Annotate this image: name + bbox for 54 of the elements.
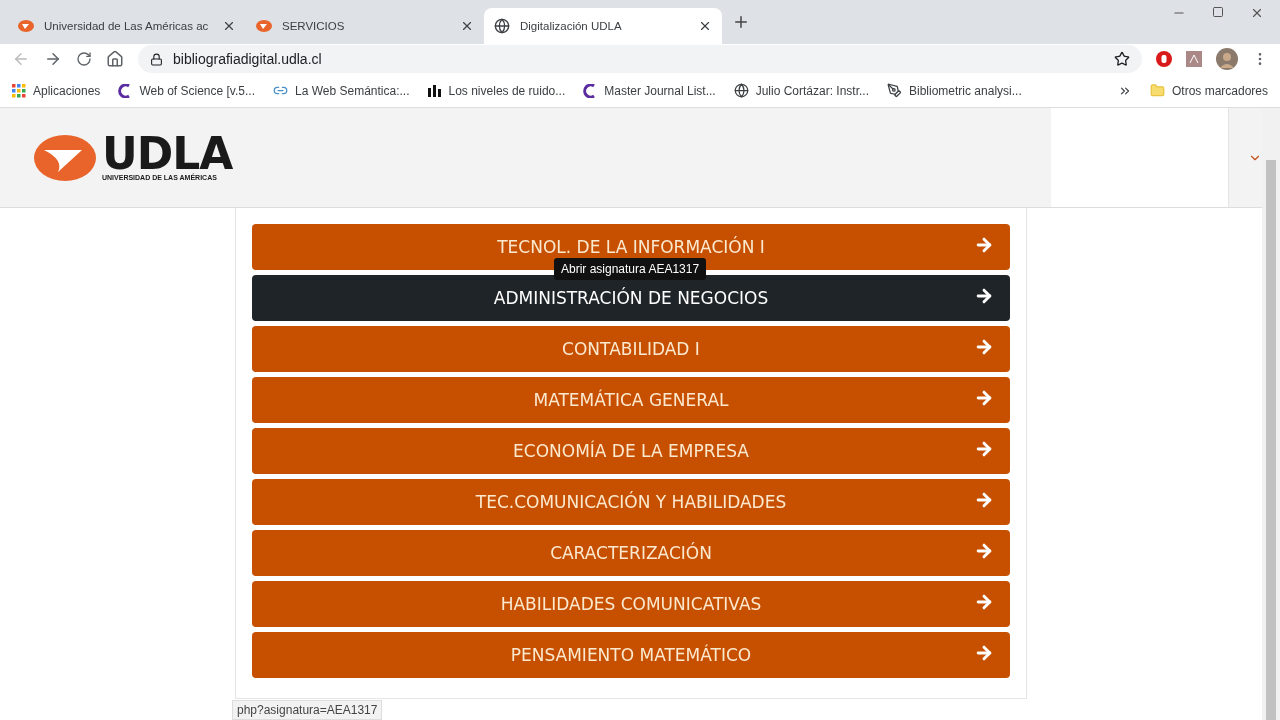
course-button[interactable]: PENSAMIENTO MATEMÁTICO <box>252 632 1010 678</box>
arrow-right-icon <box>974 388 994 408</box>
course-button[interactable]: CARACTERIZACIÓN <box>252 530 1010 576</box>
arrow-right-icon <box>974 490 994 510</box>
bookmark[interactable]: Julio Cortázar: Instr... <box>733 83 869 98</box>
logo-icon <box>256 18 272 34</box>
browser-tab[interactable]: Digitalización UDLA <box>484 8 722 44</box>
stop-hand-icon[interactable] <box>1156 51 1172 67</box>
close-icon[interactable] <box>222 19 236 33</box>
logo-icon <box>18 18 34 34</box>
bookmark[interactable]: Web of Science [v.5... <box>118 83 255 98</box>
apps-grid-icon <box>12 83 26 98</box>
close-icon[interactable] <box>1250 6 1264 20</box>
logo-text: UDLA <box>102 134 233 174</box>
arrow-right-icon <box>974 541 994 561</box>
reload-icon[interactable] <box>76 51 92 67</box>
status-bar: php?asignatura=AEA1317 <box>232 700 383 720</box>
avatar-icon[interactable] <box>1216 48 1238 70</box>
pen-icon <box>887 83 902 98</box>
bookmark-folder[interactable]: Otros marcadores <box>1149 83 1268 98</box>
bookmark[interactable]: Master Journal List... <box>583 83 716 98</box>
bookmark[interactable]: Aplicaciones <box>12 83 101 98</box>
course-button[interactable]: CONTABILIDAD I <box>252 326 1010 372</box>
maximize-icon[interactable] <box>1212 6 1224 18</box>
forward-icon[interactable] <box>44 50 62 68</box>
course-button[interactable]: ADMINISTRACIÓN DE NEGOCIOS <box>252 275 1010 321</box>
logo-icon <box>34 133 96 182</box>
browser-tab[interactable]: Universidad de Las Américas ac <box>8 8 246 44</box>
folder-icon <box>1149 83 1165 98</box>
course-button[interactable]: HABILIDADES COMUNICATIVAS <box>252 581 1010 627</box>
bookmark[interactable]: Los niveles de ruido... <box>427 83 566 98</box>
arrow-right-icon <box>974 439 994 459</box>
lock-icon <box>150 52 163 66</box>
star-icon[interactable] <box>1114 51 1130 67</box>
course-button[interactable]: ECONOMÍA DE LA EMPRESA <box>252 428 1010 474</box>
arrow-right-icon <box>974 286 994 306</box>
arrow-right-icon <box>974 337 994 357</box>
bars-logo-icon <box>427 84 442 97</box>
arrow-right-icon <box>974 592 994 612</box>
bookmark[interactable]: Bibliometric analysi... <box>887 83 1022 98</box>
bookmark[interactable]: La Web Semántica:... <box>273 83 410 98</box>
arrow-right-icon <box>974 235 994 255</box>
globe-icon <box>494 18 510 34</box>
tooltip: Abrir asignatura AEA1317 <box>554 258 707 280</box>
course-button[interactable]: TEC.COMUNICACIÓN Y HABILIDADES <box>252 479 1010 525</box>
globe-icon <box>733 83 749 98</box>
home-icon[interactable] <box>106 50 124 68</box>
close-icon[interactable] <box>698 19 712 33</box>
browser-tab[interactable]: SERVICIOS <box>246 8 484 44</box>
arrow-right-icon <box>974 643 994 663</box>
address-bar[interactable]: bibliografiadigital.udla.cl <box>138 45 1142 73</box>
close-icon[interactable] <box>460 19 474 33</box>
new-tab-icon[interactable] <box>732 13 750 31</box>
course-button[interactable]: MATEMÁTICA GENERAL <box>252 377 1010 423</box>
